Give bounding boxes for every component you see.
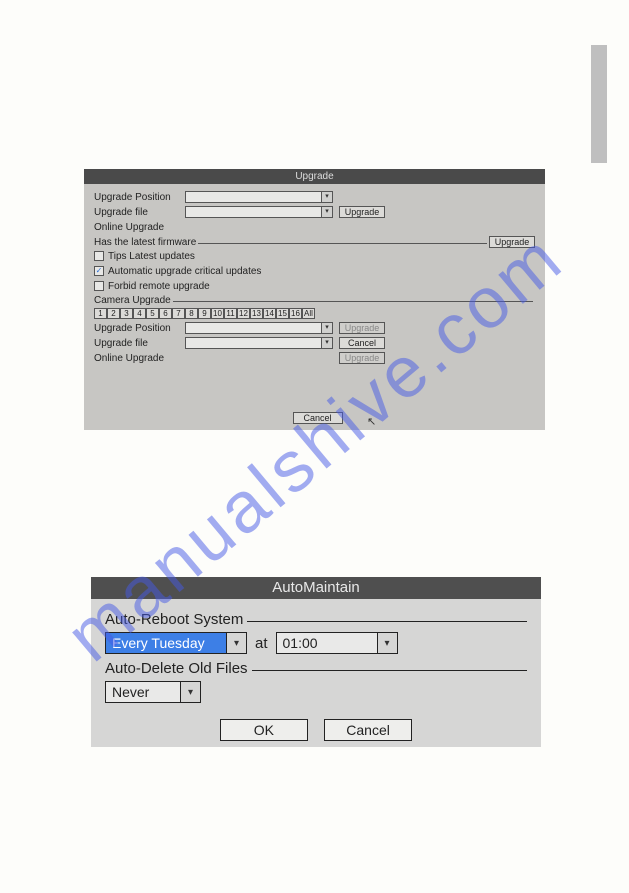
channel-button-12[interactable]: 12 bbox=[237, 308, 250, 319]
reboot-day-select[interactable]: Every Tuesday bbox=[105, 632, 247, 654]
channel-button-7[interactable]: 7 bbox=[172, 308, 185, 319]
channel-button-1[interactable]: 1 bbox=[94, 308, 107, 319]
divider bbox=[198, 238, 487, 244]
firmware-section-label: Has the latest firmware bbox=[94, 237, 196, 248]
reboot-time-select[interactable]: 01:00 bbox=[276, 632, 398, 654]
automaintain-dialog: AutoMaintain Auto-Reboot System Every Tu… bbox=[91, 577, 541, 747]
camera-upgrade-position-label: Upgrade Position bbox=[94, 323, 185, 334]
upgrade-position-select[interactable] bbox=[185, 191, 333, 203]
camera-upgrade-file-label: Upgrade file bbox=[94, 338, 185, 349]
delete-files-value: Never bbox=[106, 682, 180, 702]
reboot-day-value: Every Tuesday bbox=[106, 633, 226, 653]
upgrade-button[interactable]: Upgrade bbox=[339, 206, 385, 218]
chevron-down-icon[interactable] bbox=[321, 338, 332, 348]
dialog-cancel-button[interactable]: Cancel bbox=[293, 412, 343, 424]
channel-button-8[interactable]: 8 bbox=[185, 308, 198, 319]
auto-critical-checkbox-label: Automatic upgrade critical updates bbox=[108, 266, 261, 277]
forbid-remote-checkbox-label: Forbid remote upgrade bbox=[108, 281, 210, 292]
channel-row: 12345678910111213141516All bbox=[94, 308, 535, 319]
cancel-button[interactable]: Cancel bbox=[324, 719, 412, 741]
cursor-icon: ↖ bbox=[367, 415, 376, 428]
chevron-down-icon[interactable] bbox=[321, 192, 332, 202]
reboot-time-value: 01:00 bbox=[277, 633, 377, 653]
channel-button-3[interactable]: 3 bbox=[120, 308, 133, 319]
channel-button-5[interactable]: 5 bbox=[146, 308, 159, 319]
channel-button-9[interactable]: 9 bbox=[198, 308, 211, 319]
upgrade-dialog: Upgrade Upgrade Position Upgrade file Up… bbox=[84, 169, 545, 430]
channel-button-2[interactable]: 2 bbox=[107, 308, 120, 319]
camera-cancel-button[interactable]: Cancel bbox=[339, 337, 385, 349]
ok-button[interactable]: OK bbox=[220, 719, 308, 741]
tips-checkbox-label: Tips Latest updates bbox=[108, 251, 195, 262]
upgrade-dialog-title: Upgrade bbox=[84, 169, 545, 184]
online-upgrade-label: Online Upgrade bbox=[94, 222, 185, 233]
chevron-down-icon[interactable] bbox=[180, 682, 200, 702]
auto-reboot-section-label: Auto-Reboot System bbox=[105, 611, 243, 628]
camera-upgrade-file-select[interactable] bbox=[185, 337, 333, 349]
at-label: at bbox=[255, 635, 268, 652]
upgrade-position-label: Upgrade Position bbox=[94, 192, 185, 203]
channel-button-10[interactable]: 10 bbox=[211, 308, 224, 319]
firmware-upgrade-button[interactable]: Upgrade bbox=[489, 236, 535, 248]
tips-checkbox[interactable] bbox=[94, 251, 104, 261]
channel-button-15[interactable]: 15 bbox=[276, 308, 289, 319]
channel-button-11[interactable]: 11 bbox=[224, 308, 237, 319]
channel-button-13[interactable]: 13 bbox=[250, 308, 263, 319]
channel-button-14[interactable]: 14 bbox=[263, 308, 276, 319]
divider bbox=[252, 662, 527, 671]
camera-online-upgrade-label: Online Upgrade bbox=[94, 353, 185, 364]
camera-upgrade-button: Upgrade bbox=[339, 322, 385, 334]
camera-section-label: Camera Upgrade bbox=[94, 295, 171, 306]
auto-critical-checkbox[interactable] bbox=[94, 266, 104, 276]
channel-button-6[interactable]: 6 bbox=[159, 308, 172, 319]
chevron-down-icon[interactable] bbox=[226, 633, 246, 653]
chevron-down-icon[interactable] bbox=[377, 633, 397, 653]
camera-upgrade-position-select[interactable] bbox=[185, 322, 333, 334]
chevron-down-icon[interactable] bbox=[321, 323, 332, 333]
channel-button-4[interactable]: 4 bbox=[133, 308, 146, 319]
divider bbox=[173, 296, 533, 302]
automaintain-title: AutoMaintain bbox=[91, 577, 541, 599]
scrollbar-thumb[interactable] bbox=[591, 45, 607, 163]
forbid-remote-checkbox[interactable] bbox=[94, 281, 104, 291]
channel-button-16[interactable]: 16 bbox=[289, 308, 302, 319]
delete-files-select[interactable]: Never bbox=[105, 681, 201, 703]
auto-delete-section-label: Auto-Delete Old Files bbox=[105, 660, 248, 677]
upgrade-file-select[interactable] bbox=[185, 206, 333, 218]
channel-button-all[interactable]: All bbox=[302, 308, 315, 319]
chevron-down-icon[interactable] bbox=[321, 207, 332, 217]
upgrade-file-label: Upgrade file bbox=[94, 207, 185, 218]
divider bbox=[247, 613, 527, 622]
camera-online-upgrade-button: Upgrade bbox=[339, 352, 385, 364]
